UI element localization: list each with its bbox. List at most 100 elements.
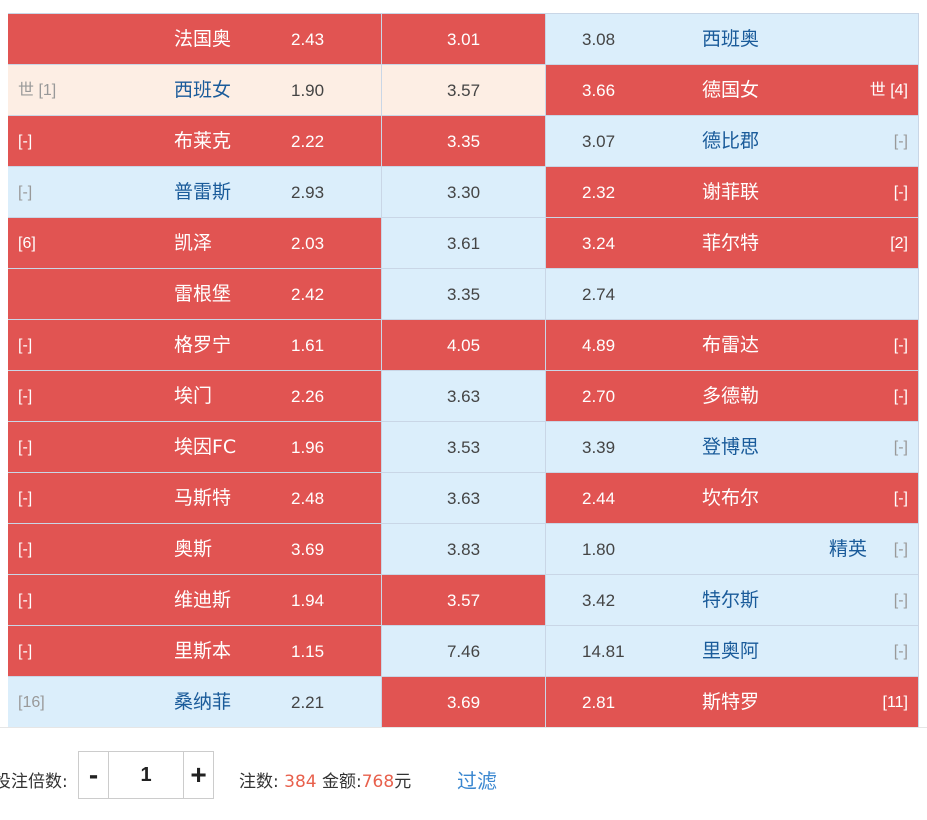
home-team-name: 格罗宁: [174, 334, 232, 356]
home-win-cell[interactable]: [-] 格罗宁 1.61: [8, 320, 382, 370]
away-win-cell[interactable]: 3.08 西班奥: [546, 14, 919, 64]
away-win-cell[interactable]: 3.39 登博思 [-]: [546, 422, 919, 472]
bet-summary: 注数: 384 金额:768元: [239, 767, 411, 792]
home-rank: [-]: [18, 133, 33, 150]
home-team-name: 里斯本: [174, 640, 232, 662]
home-win-odd: 2.93: [291, 183, 325, 202]
multiplier-stepper: - 1 +: [78, 751, 214, 799]
away-win-cell[interactable]: 3.42 特尔斯 [-]: [546, 575, 919, 625]
draw-cell[interactable]: 3.30: [382, 167, 546, 217]
draw-cell[interactable]: 3.69: [382, 677, 546, 727]
multiplier-input[interactable]: 1: [109, 752, 183, 798]
home-win-cell[interactable]: [-] 奥斯 3.69: [8, 524, 382, 574]
home-win-cell[interactable]: [-] 里斯本 1.15: [8, 626, 382, 676]
home-rank: [16]: [18, 694, 45, 711]
match-row: [6] 凯泽 2.03 3.61 3.24 菲尔特 [2]: [8, 218, 919, 269]
draw-cell[interactable]: 3.63: [382, 473, 546, 523]
home-team-name: 埃因FC: [174, 436, 237, 458]
draw-cell[interactable]: 3.83: [382, 524, 546, 574]
draw-odd: 3.35: [446, 132, 481, 151]
match-row: [-] 马斯特 2.48 3.63 2.44 坎布尔 [-]: [8, 473, 919, 524]
home-win-odd: 2.26: [291, 387, 325, 406]
home-win-cell[interactable]: [-] 维迪斯 1.94: [8, 575, 382, 625]
draw-cell[interactable]: 3.63: [382, 371, 546, 421]
away-win-cell[interactable]: 2.74: [546, 269, 919, 319]
home-team-name: 凯泽: [174, 232, 213, 254]
home-rank: 世 [1]: [18, 82, 57, 99]
away-win-odd: 3.08: [582, 30, 616, 49]
home-win-cell[interactable]: [6] 凯泽 2.03: [8, 218, 382, 268]
home-rank: [-]: [18, 643, 33, 660]
away-win-odd: 3.24: [582, 234, 616, 253]
away-win-cell[interactable]: 4.89 布雷达 [-]: [546, 320, 919, 370]
increase-multiplier-button[interactable]: +: [183, 752, 213, 798]
home-team-name: 布莱克: [174, 130, 232, 152]
home-win-odd: 2.22: [291, 132, 325, 151]
match-row: [-] 埃因FC 1.96 3.53 3.39 登博思 [-]: [8, 422, 919, 473]
draw-cell[interactable]: 3.53: [382, 422, 546, 472]
away-rank: [-]: [893, 490, 908, 507]
home-rank: [6]: [18, 235, 36, 252]
draw-cell[interactable]: 3.01: [382, 14, 546, 64]
home-rank: [-]: [18, 184, 33, 201]
home-win-odd: 1.96: [291, 438, 325, 457]
away-team-name: 谢菲联: [702, 181, 760, 203]
home-win-odd: 3.69: [291, 540, 325, 559]
draw-odd: 3.53: [446, 438, 481, 457]
away-win-odd: 1.80: [582, 540, 616, 559]
away-rank: [-]: [893, 541, 908, 558]
away-win-cell[interactable]: 1.80 精英 [-]: [546, 524, 919, 574]
home-team-name: 埃门: [174, 385, 213, 407]
draw-cell[interactable]: 3.35: [382, 269, 546, 319]
home-win-cell[interactable]: [-] 埃因FC 1.96: [8, 422, 382, 472]
home-win-cell[interactable]: 法国奥 2.43: [8, 14, 382, 64]
home-win-odd: 2.48: [291, 489, 325, 508]
match-row: [-] 布莱克 2.22 3.35 3.07 德比郡 [-]: [8, 116, 919, 167]
home-win-cell[interactable]: [-] 埃门 2.26: [8, 371, 382, 421]
away-win-cell[interactable]: 3.66 德国女 世 [4]: [546, 65, 919, 115]
away-win-odd: 2.74: [582, 285, 616, 304]
home-rank: [-]: [18, 388, 33, 405]
draw-cell[interactable]: 3.57: [382, 575, 546, 625]
away-rank: [-]: [893, 337, 908, 354]
away-team-name: 精英: [828, 538, 867, 560]
draw-cell[interactable]: 3.61: [382, 218, 546, 268]
away-win-cell[interactable]: 2.32 谢菲联 [-]: [546, 167, 919, 217]
away-win-cell[interactable]: 3.07 德比郡 [-]: [546, 116, 919, 166]
match-row: 雷根堡 2.42 3.35 2.74: [8, 269, 919, 320]
home-win-cell[interactable]: [16] 桑纳菲 2.21: [8, 677, 382, 727]
home-team-name: 雷根堡: [174, 283, 232, 305]
draw-odd: 7.46: [446, 642, 481, 661]
home-win-cell[interactable]: [-] 马斯特 2.48: [8, 473, 382, 523]
away-win-cell[interactable]: 2.44 坎布尔 [-]: [546, 473, 919, 523]
draw-odd: 3.35: [446, 285, 481, 304]
draw-cell[interactable]: 7.46: [382, 626, 546, 676]
decrease-multiplier-button[interactable]: -: [79, 752, 109, 798]
draw-odd: 4.05: [446, 336, 481, 355]
away-win-cell[interactable]: 14.81 里奥阿 [-]: [546, 626, 919, 676]
home-win-cell[interactable]: [-] 普雷斯 2.93: [8, 167, 382, 217]
match-row: [16] 桑纳菲 2.21 3.69 2.81 斯特罗 [11]: [8, 677, 919, 728]
filter-link[interactable]: 过滤: [457, 765, 497, 794]
home-win-cell[interactable]: 雷根堡 2.42: [8, 269, 382, 319]
draw-odd: 3.69: [446, 693, 481, 712]
away-rank: [-]: [893, 133, 908, 150]
home-win-odd: 2.21: [291, 693, 325, 712]
home-rank: [-]: [18, 337, 33, 354]
draw-cell[interactable]: 3.35: [382, 116, 546, 166]
away-win-cell[interactable]: 3.24 菲尔特 [2]: [546, 218, 919, 268]
home-win-cell[interactable]: 世 [1] 西班女 1.90: [8, 65, 382, 115]
away-win-odd: 2.81: [582, 693, 616, 712]
draw-odd: 3.57: [446, 81, 481, 100]
home-win-odd: 1.90: [291, 81, 325, 100]
draw-cell[interactable]: 4.05: [382, 320, 546, 370]
home-win-odd: 1.61: [291, 336, 325, 355]
away-team-name: 特尔斯: [702, 589, 760, 611]
home-rank: [-]: [18, 541, 33, 558]
home-team-name: 维迪斯: [174, 589, 232, 611]
away-win-cell[interactable]: 2.70 多德勒 [-]: [546, 371, 919, 421]
home-win-cell[interactable]: [-] 布莱克 2.22: [8, 116, 382, 166]
draw-cell[interactable]: 3.57: [382, 65, 546, 115]
away-win-cell[interactable]: 2.81 斯特罗 [11]: [546, 677, 919, 727]
home-rank: [-]: [18, 490, 33, 507]
